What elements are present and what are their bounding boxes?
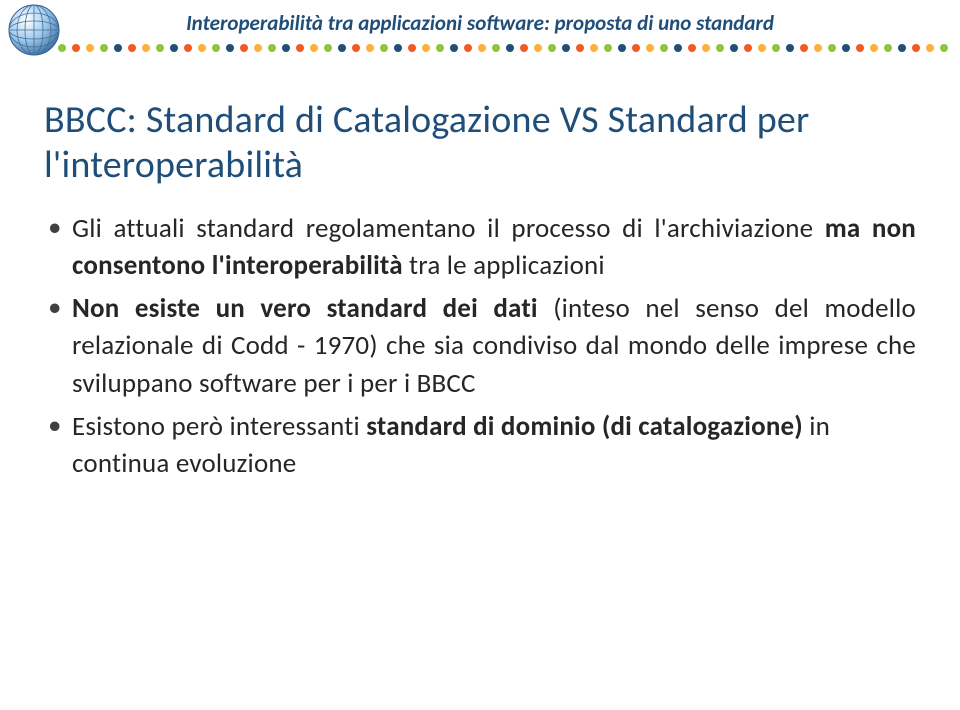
decorative-dot	[114, 44, 122, 52]
decorative-dot	[450, 44, 458, 52]
decorative-dot	[618, 44, 626, 52]
decorative-dot	[128, 44, 136, 52]
decorative-dot	[576, 44, 584, 52]
decorative-dot	[828, 44, 836, 52]
bullet-post: tra le applicazioni	[403, 249, 605, 282]
decorative-dot	[296, 44, 304, 52]
bullet-pre: Esistono però interessanti	[72, 410, 366, 443]
bullet-bold: Non esiste un vero standard dei dati	[72, 292, 538, 325]
decorative-dot	[422, 44, 430, 52]
decorative-dot	[534, 44, 542, 52]
decorative-dot	[380, 44, 388, 52]
decorative-dot	[226, 44, 234, 52]
decorative-dot	[506, 44, 514, 52]
bullet-text: Esistono però interessanti standard di d…	[72, 408, 916, 483]
decorative-dot	[562, 44, 570, 52]
bullet-item: Non esiste un vero standard dei dati (in…	[44, 290, 916, 402]
decorative-dot	[282, 44, 290, 52]
decorative-dot	[590, 44, 598, 52]
decorative-dot	[884, 44, 892, 52]
decorative-dot	[520, 44, 528, 52]
slide-content: BBCC: Standard di Catalogazione VS Stand…	[0, 52, 960, 482]
decorative-dot	[198, 44, 206, 52]
decorative-dot	[940, 44, 948, 52]
decorative-dot	[786, 44, 794, 52]
decorative-dot	[716, 44, 724, 52]
decorative-dot	[856, 44, 864, 52]
decorative-dot	[394, 44, 402, 52]
decorative-dot	[240, 44, 248, 52]
decorative-dot	[674, 44, 682, 52]
decorative-dot	[366, 44, 374, 52]
bullet-pre: Gli attuali standard regolamentano il pr…	[72, 212, 825, 245]
decorative-dots-row	[58, 44, 948, 52]
slide-title: BBCC: Standard di Catalogazione VS Stand…	[44, 98, 916, 188]
decorative-dot	[870, 44, 878, 52]
decorative-dot	[100, 44, 108, 52]
decorative-dot	[744, 44, 752, 52]
decorative-dot	[352, 44, 360, 52]
header-title-text: Interoperabilità tra applicazioni softwa…	[0, 10, 960, 36]
decorative-dot	[310, 44, 318, 52]
decorative-dot	[254, 44, 262, 52]
decorative-dot	[72, 44, 80, 52]
decorative-dot	[464, 44, 472, 52]
bullet-item: Gli attuali standard regolamentano il pr…	[44, 210, 916, 285]
decorative-dot	[814, 44, 822, 52]
decorative-dot	[408, 44, 416, 52]
decorative-dot	[604, 44, 612, 52]
bullet-bold: standard di dominio (di catalogazione)	[366, 410, 803, 443]
decorative-dot	[170, 44, 178, 52]
decorative-dot	[898, 44, 906, 52]
decorative-dot	[646, 44, 654, 52]
decorative-dot	[338, 44, 346, 52]
decorative-dot	[912, 44, 920, 52]
decorative-dot	[58, 44, 66, 52]
decorative-dot	[926, 44, 934, 52]
decorative-dot	[772, 44, 780, 52]
decorative-dot	[688, 44, 696, 52]
decorative-dot	[492, 44, 500, 52]
decorative-dot	[842, 44, 850, 52]
decorative-dot	[212, 44, 220, 52]
decorative-dot	[156, 44, 164, 52]
decorative-dot	[86, 44, 94, 52]
decorative-dot	[184, 44, 192, 52]
decorative-dot	[758, 44, 766, 52]
bullet-list: Gli attuali standard regolamentano il pr…	[44, 210, 916, 483]
decorative-dot	[142, 44, 150, 52]
bullet-item: Esistono però interessanti standard di d…	[44, 408, 916, 483]
decorative-dot	[548, 44, 556, 52]
decorative-dot	[632, 44, 640, 52]
decorative-dot	[268, 44, 276, 52]
decorative-dot	[800, 44, 808, 52]
bullet-text: Non esiste un vero standard dei dati (in…	[72, 290, 916, 402]
bullet-text: Gli attuali standard regolamentano il pr…	[72, 210, 916, 285]
decorative-dot	[324, 44, 332, 52]
decorative-dot	[436, 44, 444, 52]
decorative-dot	[702, 44, 710, 52]
decorative-dot	[478, 44, 486, 52]
decorative-dot	[660, 44, 668, 52]
decorative-dot	[730, 44, 738, 52]
